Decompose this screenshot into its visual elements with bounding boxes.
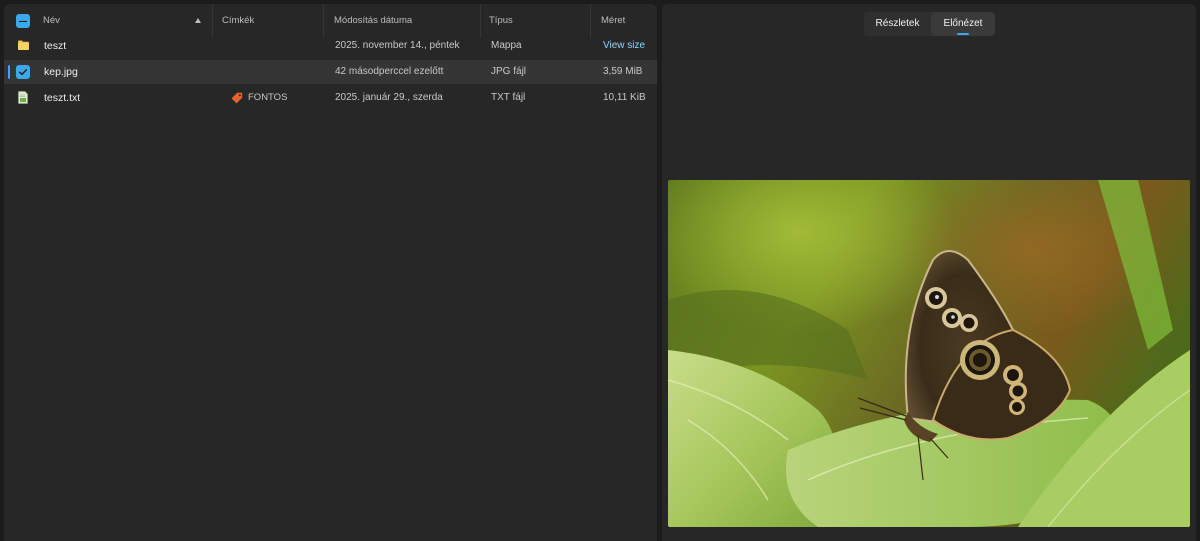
column-header-modified[interactable]: Módosítás dátuma <box>334 4 474 38</box>
active-tab-indicator <box>957 33 969 35</box>
file-row-selected[interactable]: kep.jpg 42 másodperccel ezelőtt JPG fájl… <box>4 60 657 84</box>
checkmark-icon <box>18 69 28 76</box>
row-checkbox[interactable] <box>16 65 30 79</box>
sort-ascending-icon <box>195 18 201 23</box>
tag-label[interactable]: FONTOS <box>248 86 287 110</box>
selection-indicator <box>8 65 10 79</box>
column-divider[interactable] <box>323 4 324 38</box>
file-list-pane: Név Címkék Módosítás dátuma Típus Méret … <box>4 4 657 541</box>
file-modified: 42 másodperccel ezelőtt <box>335 66 444 77</box>
column-header-size[interactable]: Méret <box>601 4 651 38</box>
select-all-checkbox[interactable] <box>16 14 30 28</box>
file-name[interactable]: teszt.txt <box>44 86 80 110</box>
file-row[interactable]: teszt.txt FONTOS 2025. január 29., szerd… <box>4 86 657 110</box>
folder-icon <box>18 40 29 50</box>
column-divider[interactable] <box>212 4 213 38</box>
file-modified: 2025. november 14., péntek <box>335 40 460 51</box>
file-type: JPG fájl <box>491 66 527 77</box>
file-row[interactable]: teszt 2025. november 14., péntek Mappa V… <box>4 34 657 58</box>
view-size-link[interactable]: View size <box>603 34 645 58</box>
column-divider[interactable] <box>480 4 481 38</box>
tag-icon <box>231 92 243 104</box>
file-modified: 2025. január 29., szerda <box>335 92 443 103</box>
butterfly-photo <box>668 180 1190 527</box>
column-header-name[interactable]: Név <box>43 4 203 38</box>
file-name[interactable]: kep.jpg <box>44 60 78 84</box>
file-name[interactable]: teszt <box>44 34 66 58</box>
file-size: 3,59 MiB <box>603 66 643 77</box>
column-header: Név Címkék Módosítás dátuma Típus Méret <box>4 4 657 38</box>
column-header-type[interactable]: Típus <box>489 4 589 38</box>
text-file-icon <box>18 91 28 104</box>
image-preview <box>668 180 1190 527</box>
column-divider[interactable] <box>590 4 591 38</box>
details-tab-switcher: Részletek Előnézet <box>864 12 995 36</box>
tab-details[interactable]: Részletek <box>864 12 931 36</box>
file-type: Mappa <box>491 40 522 51</box>
file-size: 10,11 KiB <box>603 92 646 103</box>
column-header-tags[interactable]: Címkék <box>222 4 322 38</box>
details-pane: Részletek Előnézet <box>662 4 1196 541</box>
file-type: TXT fájl <box>491 92 526 103</box>
